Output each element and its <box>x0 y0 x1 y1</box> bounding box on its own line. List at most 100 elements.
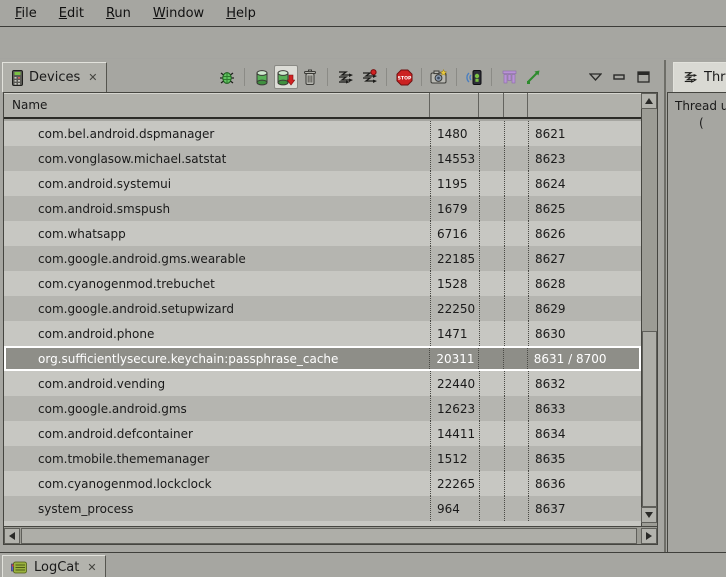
threads-arrows-icon <box>683 70 698 85</box>
cell-name: com.cyanogenmod.lockclock <box>4 471 430 496</box>
column-header-port[interactable] <box>528 93 641 117</box>
cell-e1 <box>478 348 503 369</box>
cell-e2 <box>504 121 528 146</box>
systrace-button[interactable] <box>521 65 545 89</box>
cell-pid: 22265 <box>430 471 479 496</box>
cell-pid: 14411 <box>430 421 479 446</box>
vertical-scrollbar[interactable] <box>641 93 657 526</box>
table-row[interactable]: system_process9648637 <box>4 496 641 521</box>
cause-gc-button[interactable] <box>298 65 322 89</box>
cell-pid: 14553 <box>430 146 479 171</box>
tab-devices[interactable]: Devices ✕ <box>2 62 107 92</box>
table-row[interactable]: com.cyanogenmod.lockclock22265 8636 <box>4 471 641 496</box>
debug-process-button[interactable] <box>215 65 239 89</box>
right-arrow-icon <box>646 532 652 540</box>
table-row[interactable]: com.bel.android.dspmanager1480 8621 <box>4 121 641 146</box>
devices-table: Name com.bel.android.dspmanager14808621c… <box>3 92 658 545</box>
menu-run[interactable]: Run <box>95 2 142 25</box>
pane-divider[interactable] <box>664 60 666 552</box>
update-heap-button[interactable] <box>250 65 274 89</box>
dump-hprof-button[interactable] <box>274 65 298 89</box>
update-threads-button[interactable] <box>333 65 357 89</box>
column-header-empty-1[interactable] <box>479 93 504 117</box>
cell-e2 <box>504 471 528 496</box>
cell-name: com.android.defcontainer <box>4 421 430 446</box>
cell-port: 8629 <box>528 296 641 321</box>
cell-e2 <box>503 348 527 369</box>
table-row-selected[interactable]: org.sufficientlysecure.keychain:passphra… <box>4 346 641 371</box>
minimize-icon <box>613 74 625 80</box>
table-row[interactable]: com.google.android.setupwizard222508629 <box>4 296 641 321</box>
scroll-left-button[interactable] <box>4 528 20 544</box>
table-row[interactable]: com.vonglasow.michael.satstat145538623 <box>4 146 641 171</box>
horizontal-scrollbar-thumb[interactable] <box>21 528 637 544</box>
stop-process-button[interactable]: STOP <box>392 65 416 89</box>
method-profiling-button[interactable] <box>357 65 381 89</box>
toolbar-separator <box>386 68 387 86</box>
cell-port: 8637 <box>528 496 641 521</box>
table-row[interactable]: com.google.android.gms.wearable221858627 <box>4 246 641 271</box>
column-header-name[interactable]: Name <box>4 93 430 117</box>
screen-record-button[interactable] <box>462 65 486 89</box>
tab-devices-label: Devices <box>29 70 80 85</box>
toolbar-separator <box>456 68 457 86</box>
cell-pid: 22440 <box>430 371 479 396</box>
devices-tabstrip: Devices ✕ <box>2 60 107 92</box>
bottom-tabstrip: LogCat ✕ <box>0 552 726 577</box>
table-row[interactable]: com.android.phone14718630 <box>4 321 641 346</box>
cell-port: 8632 <box>528 371 641 396</box>
cell-port: 8621 <box>528 121 641 146</box>
cell-name: com.android.systemui <box>4 171 430 196</box>
cell-port: 8626 <box>528 221 641 246</box>
table-row[interactable]: com.google.android.gms126238633 <box>4 396 641 421</box>
tab-threads[interactable]: Threads <box>673 62 726 92</box>
scroll-down-button[interactable] <box>641 507 657 523</box>
tab-logcat[interactable]: LogCat ✕ <box>2 555 106 577</box>
cell-name: system_process <box>4 496 430 521</box>
maximize-button[interactable] <box>631 65 655 89</box>
cell-pid: 1480 <box>430 121 479 146</box>
ddms-window: { "menu_bar": { "items": ["File", "Edit"… <box>0 0 726 577</box>
tab-threads-label: Threads <box>704 70 726 85</box>
cell-pid: 6716 <box>430 221 479 246</box>
cell-name: com.google.android.gms <box>4 396 430 421</box>
heap-cylinder-icon <box>255 69 269 86</box>
cell-pid: 22185 <box>430 246 479 271</box>
column-header-pid[interactable] <box>430 93 479 117</box>
cell-e1 <box>479 321 504 346</box>
cell-port: 8633 <box>528 396 641 421</box>
cell-port: 8636 <box>528 471 641 496</box>
table-row[interactable]: com.android.systemui11958624 <box>4 171 641 196</box>
toolbar-separator <box>244 68 245 86</box>
cell-name: com.android.smspush <box>4 196 430 221</box>
table-row[interactable]: com.whatsapp67168626 <box>4 221 641 246</box>
horizontal-scrollbar[interactable] <box>4 526 657 544</box>
column-header-empty-2[interactable] <box>504 93 528 117</box>
screen-capture-button[interactable] <box>427 65 451 89</box>
minimize-button[interactable] <box>607 65 631 89</box>
menu-file[interactable]: File <box>4 2 48 25</box>
table-row[interactable]: com.android.vending224408632 <box>4 371 641 396</box>
cell-name: com.bel.android.dspmanager <box>4 121 430 146</box>
toolbar-separator <box>491 68 492 86</box>
table-row[interactable]: com.android.defcontainer144118634 <box>4 421 641 446</box>
table-row[interactable]: com.android.smspush16798625 <box>4 196 641 221</box>
threads-message: Thread up ( <box>667 92 726 552</box>
scroll-up-button[interactable] <box>641 93 657 109</box>
table-row[interactable]: com.cyanogenmod.trebuchet15288628 <box>4 271 641 296</box>
close-icon[interactable]: ✕ <box>87 561 96 574</box>
menu-window[interactable]: Window <box>142 2 215 25</box>
scroll-right-button[interactable] <box>641 528 657 544</box>
menu-edit[interactable]: Edit <box>48 2 95 25</box>
table-row[interactable]: com.tmobile.thememanager15128635 <box>4 446 641 471</box>
ui-automator-button[interactable] <box>497 65 521 89</box>
threads-arrows-icon <box>337 69 354 86</box>
cell-pid: 1195 <box>430 171 479 196</box>
device-android-icon <box>466 69 482 86</box>
vertical-scrollbar-thumb[interactable] <box>642 331 657 507</box>
cell-e2 <box>504 321 528 346</box>
view-menu-button[interactable] <box>583 65 607 89</box>
purple-columns-icon <box>502 70 517 85</box>
menu-help[interactable]: Help <box>215 2 267 25</box>
close-icon[interactable]: ✕ <box>88 71 97 84</box>
